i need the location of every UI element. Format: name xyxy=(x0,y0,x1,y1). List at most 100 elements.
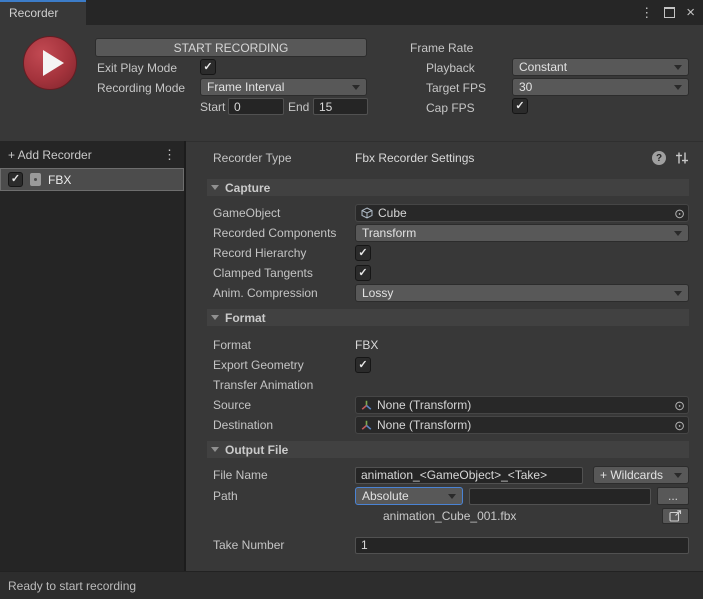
path-row: Path Absolute ... xyxy=(213,487,689,505)
export-geometry-label: Export Geometry xyxy=(213,358,355,372)
frame-rate-label: Frame Rate xyxy=(410,40,473,56)
recorder-item-name: FBX xyxy=(48,173,71,187)
source-object-field[interactable]: None (Transform) ⊙ xyxy=(355,396,689,414)
section-format[interactable]: Format xyxy=(207,309,689,326)
add-recorder-button[interactable]: + Add Recorder ⋮ xyxy=(0,141,184,168)
close-icon[interactable]: × xyxy=(686,8,695,18)
foldout-arrow-icon xyxy=(211,447,219,452)
exit-play-mode-label: Exit Play Mode xyxy=(97,60,177,76)
destination-object-field[interactable]: None (Transform) ⊙ xyxy=(355,416,689,434)
checkmark-icon: ✓ xyxy=(515,101,524,112)
path-mode-value: Absolute xyxy=(362,489,409,503)
chevron-down-icon xyxy=(674,473,682,478)
anim-compression-label: Anim. Compression xyxy=(213,286,355,300)
recorder-list-item-fbx[interactable]: ✓ FBX xyxy=(0,168,184,191)
target-fps-value: 30 xyxy=(519,80,532,94)
recorder-list-panel: + Add Recorder ⋮ ✓ FBX xyxy=(0,141,186,571)
object-picker-icon[interactable]: ⊙ xyxy=(674,399,685,412)
take-number-input[interactable] xyxy=(355,537,689,554)
take-number-row: Take Number xyxy=(213,536,689,554)
browse-label: ... xyxy=(668,489,678,503)
add-recorder-label: + Add Recorder xyxy=(8,148,92,162)
browse-path-button[interactable]: ... xyxy=(657,487,689,505)
clamped-tangents-label: Clamped Tangents xyxy=(213,266,355,280)
recorder-enabled-checkbox[interactable]: ✓ xyxy=(8,172,23,187)
exit-play-mode-checkbox[interactable]: ✓ xyxy=(200,59,216,75)
recorder-type-label: Recorder Type xyxy=(213,151,355,165)
section-capture[interactable]: Capture xyxy=(207,179,689,196)
recorded-components-row: Recorded Components Transform xyxy=(213,224,689,242)
recorder-clip-icon xyxy=(30,173,41,186)
gameobject-object-field[interactable]: Cube ⊙ xyxy=(355,204,689,222)
path-mode-dropdown[interactable]: Absolute xyxy=(355,487,463,505)
anim-compression-dropdown[interactable]: Lossy xyxy=(355,284,689,302)
wildcards-dropdown[interactable]: + Wildcards xyxy=(593,466,689,484)
recorded-components-label: Recorded Components xyxy=(213,226,355,240)
format-label: Format xyxy=(213,338,355,352)
destination-value: None (Transform) xyxy=(377,418,471,432)
target-fps-label: Target FPS xyxy=(426,80,486,96)
transfer-animation-label: Transfer Animation xyxy=(213,378,355,392)
recorder-type-value: Fbx Recorder Settings xyxy=(355,151,474,165)
take-number-label: Take Number xyxy=(213,538,355,552)
recorder-settings-panel: Recorder Type Fbx Recorder Settings ? Ca… xyxy=(186,141,703,571)
playback-dropdown[interactable]: Constant xyxy=(512,58,689,76)
cap-fps-checkbox[interactable]: ✓ xyxy=(512,98,528,114)
export-geometry-row: Export Geometry ✓ xyxy=(213,356,689,374)
anim-compression-value: Lossy xyxy=(362,286,393,300)
source-label: Source xyxy=(213,398,355,412)
format-value: FBX xyxy=(355,338,378,352)
recording-mode-value: Frame Interval xyxy=(207,80,284,94)
recorded-components-dropdown[interactable]: Transform xyxy=(355,224,689,242)
section-output-file[interactable]: Output File xyxy=(207,441,689,458)
chevron-down-icon xyxy=(448,494,456,499)
format-row: Format FBX xyxy=(213,336,689,354)
status-bar: Ready to start recording xyxy=(0,571,703,599)
end-frame-input[interactable] xyxy=(313,98,368,115)
gameobject-label: GameObject xyxy=(213,206,355,220)
help-icon[interactable]: ? xyxy=(652,151,666,165)
export-geometry-checkbox[interactable]: ✓ xyxy=(355,357,371,373)
status-text: Ready to start recording xyxy=(8,579,136,593)
start-frame-input[interactable] xyxy=(228,98,284,115)
object-picker-icon[interactable]: ⊙ xyxy=(674,419,685,432)
titlebar: Recorder ⋮ × xyxy=(0,0,703,25)
transform-icon xyxy=(361,420,372,431)
foldout-arrow-icon xyxy=(211,185,219,190)
play-icon xyxy=(43,50,64,76)
object-picker-icon[interactable]: ⊙ xyxy=(674,207,685,220)
path-label: Path xyxy=(213,489,355,503)
path-input[interactable] xyxy=(469,488,651,505)
record-play-button[interactable] xyxy=(23,36,77,90)
clamped-tangents-row: Clamped Tangents ✓ xyxy=(213,264,689,282)
preset-sliders-icon[interactable] xyxy=(675,151,689,165)
start-recording-label: START RECORDING xyxy=(174,41,289,55)
recording-mode-dropdown[interactable]: Frame Interval xyxy=(200,78,367,96)
record-hierarchy-checkbox[interactable]: ✓ xyxy=(355,245,371,261)
target-fps-dropdown[interactable]: 30 xyxy=(512,78,689,96)
gameobject-value: Cube xyxy=(378,206,407,220)
output-file-preview: animation_Cube_001.fbx xyxy=(383,509,516,523)
list-menu-icon[interactable]: ⋮ xyxy=(163,147,176,163)
record-hierarchy-row: Record Hierarchy ✓ xyxy=(213,244,689,262)
checkmark-icon: ✓ xyxy=(358,268,367,279)
file-name-input[interactable] xyxy=(355,467,583,484)
window-menu-icon[interactable]: ⋮ xyxy=(640,5,653,21)
open-output-location-button[interactable] xyxy=(662,508,689,524)
checkmark-icon: ✓ xyxy=(11,174,20,185)
file-name-label: File Name xyxy=(213,468,355,482)
recording-mode-label: Recording Mode xyxy=(97,80,185,96)
chevron-down-icon xyxy=(674,65,682,70)
section-format-title: Format xyxy=(225,311,266,325)
maximize-icon[interactable] xyxy=(664,7,675,18)
playback-label: Playback xyxy=(426,60,475,76)
transform-icon xyxy=(361,400,372,411)
start-recording-button[interactable]: START RECORDING xyxy=(95,38,367,57)
tab-recorder[interactable]: Recorder xyxy=(0,0,86,25)
source-row: Source None (Transform) ⊙ xyxy=(213,396,689,414)
recorder-type-row: Recorder Type Fbx Recorder Settings xyxy=(213,149,689,167)
section-capture-title: Capture xyxy=(225,181,270,195)
wildcards-label: + Wildcards xyxy=(600,468,663,482)
end-frame-label: End xyxy=(288,99,309,115)
clamped-tangents-checkbox[interactable]: ✓ xyxy=(355,265,371,281)
